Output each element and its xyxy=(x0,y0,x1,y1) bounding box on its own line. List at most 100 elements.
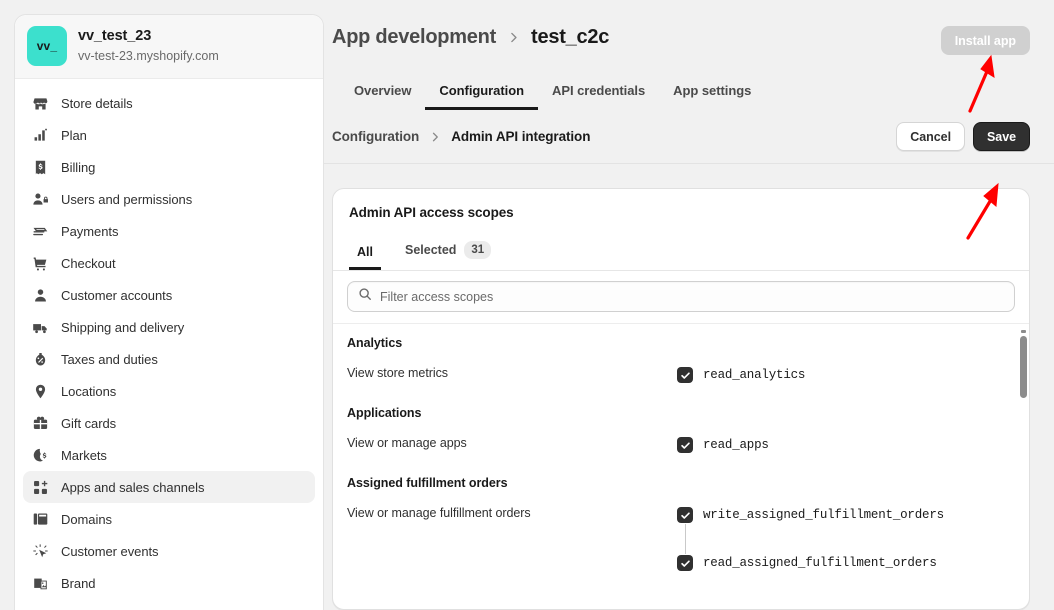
breadcrumb: App development test_c2c xyxy=(332,26,609,49)
main-content: App development test_c2c Install app Ove… xyxy=(324,0,1054,610)
sidebar-item-apps-and-sales-channels[interactable]: Apps and sales channels xyxy=(23,471,315,503)
sidebar-item-label: Brand xyxy=(61,575,96,591)
billing-icon xyxy=(31,158,49,176)
scope-description: View or manage fulfillment orders xyxy=(347,506,531,520)
sidebar-item-label: Shipping and delivery xyxy=(61,319,185,335)
sidebar-item-gift-cards[interactable]: Gift cards xyxy=(23,407,315,439)
scope-checkbox[interactable] xyxy=(677,555,693,571)
sidebar-item-brand[interactable]: Brand xyxy=(23,567,315,599)
sidebar-item-taxes-and-duties[interactable]: Taxes and duties xyxy=(23,343,315,375)
users-icon xyxy=(31,190,49,208)
filter-scopes-search[interactable] xyxy=(347,281,1015,312)
scope-tab-all[interactable]: All xyxy=(349,238,381,270)
sidebar-item-store-details[interactable]: Store details xyxy=(23,87,315,119)
sidebar-item-markets[interactable]: Markets xyxy=(23,439,315,471)
search-input[interactable] xyxy=(380,289,1004,304)
sidebar-item-plan[interactable]: Plan xyxy=(23,119,315,151)
scope-checkbox-list: write_assigned_fulfillment_orders read_as… xyxy=(677,504,1013,574)
scope-name: write_assigned_fulfillment_orders xyxy=(703,508,944,522)
sidebar-item-label: Users and permissions xyxy=(61,191,193,207)
scope-group: Applications View or manage apps read_apps xyxy=(347,406,1013,456)
scope-name: read_assigned_fulfillment_orders xyxy=(703,556,937,570)
payments-icon xyxy=(31,222,49,240)
breadcrumb-parent[interactable]: App development xyxy=(332,26,496,49)
settings-sidebar: vv_ vv_test_23 vv-test-23.myshopify.com … xyxy=(14,14,324,610)
scope-checkbox[interactable] xyxy=(677,507,693,523)
apps-grid-icon xyxy=(31,478,49,496)
domains-icon xyxy=(31,510,49,528)
subbar-breadcrumb-parent[interactable]: Configuration xyxy=(332,129,419,144)
store-header[interactable]: vv_ vv_test_23 vv-test-23.myshopify.com xyxy=(15,15,323,79)
sidebar-nav: Store details Plan Billing Users and permis… xyxy=(15,79,323,599)
scopes-scroll-area: Analytics View store metrics read_analytic… xyxy=(333,323,1029,609)
location-pin-icon xyxy=(31,382,49,400)
customer-icon xyxy=(31,286,49,304)
scope-group: Analytics View store metrics read_analytic… xyxy=(347,336,1013,386)
scope-checkbox[interactable] xyxy=(677,437,693,453)
subbar-breadcrumb: Configuration Admin API integration xyxy=(332,129,590,144)
install-app-button[interactable]: Install app xyxy=(940,26,1030,55)
sidebar-item-label: Billing xyxy=(61,159,96,175)
sidebar-item-label: Gift cards xyxy=(61,415,117,431)
sidebar-item-billing[interactable]: Billing xyxy=(23,151,315,183)
scope-name: read_analytics xyxy=(703,368,806,382)
scope-filter-tabs: All Selected 31 xyxy=(333,234,1029,271)
sidebar-item-customer-events[interactable]: Customer events xyxy=(23,535,315,567)
sidebar-item-payments[interactable]: Payments xyxy=(23,215,315,247)
tab-api-credentials[interactable]: API credentials xyxy=(538,77,659,110)
plan-icon xyxy=(31,126,49,144)
scope-item: read_apps xyxy=(677,434,1013,456)
scope-group-title: Analytics xyxy=(347,336,403,350)
markets-globe-icon xyxy=(31,446,49,464)
card-title: Admin API access scopes xyxy=(349,205,514,220)
scope-tab-label: All xyxy=(357,245,373,259)
page-header: App development test_c2c Install app Ove… xyxy=(324,0,1054,110)
sidebar-item-label: Apps and sales channels xyxy=(61,479,205,495)
scope-connector-line xyxy=(685,524,686,554)
sidebar-item-customer-accounts[interactable]: Customer accounts xyxy=(23,279,315,311)
sidebar-item-shipping-and-delivery[interactable]: Shipping and delivery xyxy=(23,311,315,343)
sidebar-item-label: Customer accounts xyxy=(61,287,173,303)
sidebar-item-domains[interactable]: Domains xyxy=(23,503,315,535)
app-tabs: Overview Configuration API credentials App … xyxy=(332,77,1030,110)
scope-groups: Analytics View store metrics read_analytic… xyxy=(333,324,1029,574)
sidebar-item-label: Locations xyxy=(61,383,117,399)
scope-tab-selected[interactable]: Selected 31 xyxy=(397,234,499,270)
tab-configuration[interactable]: Configuration xyxy=(425,77,538,110)
customer-events-icon xyxy=(31,542,49,560)
scrollbar-thumb[interactable] xyxy=(1020,336,1027,398)
scope-item: read_assigned_fulfillment_orders xyxy=(677,552,1013,574)
sidebar-item-checkout[interactable]: Checkout xyxy=(23,247,315,279)
store-icon xyxy=(31,94,49,112)
store-domain: vv-test-23.myshopify.com xyxy=(78,48,219,63)
scope-checkbox-list: read_analytics xyxy=(677,364,1013,386)
taxes-icon xyxy=(31,350,49,368)
scope-checkbox[interactable] xyxy=(677,367,693,383)
sidebar-item-label: Customer events xyxy=(61,543,159,559)
sidebar-item-label: Payments xyxy=(61,223,119,239)
scope-item: read_analytics xyxy=(677,364,1013,386)
cancel-button[interactable]: Cancel xyxy=(896,122,965,151)
sidebar-item-users-and-permissions[interactable]: Users and permissions xyxy=(23,183,315,215)
tab-app-settings[interactable]: App settings xyxy=(659,77,765,110)
sidebar-item-label: Plan xyxy=(61,127,87,143)
sidebar-item-locations[interactable]: Locations xyxy=(23,375,315,407)
scope-row: View store metrics read_analytics xyxy=(347,364,1013,386)
gift-card-icon xyxy=(31,414,49,432)
sidebar-item-label: Domains xyxy=(61,511,112,527)
store-avatar: vv_ xyxy=(27,26,67,66)
scope-checkbox-list: read_apps xyxy=(677,434,1013,456)
tab-overview[interactable]: Overview xyxy=(340,77,425,110)
scope-tab-label: Selected xyxy=(404,243,457,257)
scrollbar-vertical[interactable] xyxy=(1020,330,1027,609)
admin-api-access-scopes-card: Admin API access scopes All Selected 31 An… xyxy=(332,188,1030,610)
scope-group-title: Applications xyxy=(347,406,422,420)
card-container: Admin API access scopes All Selected 31 An… xyxy=(324,164,1054,610)
scope-name: read_apps xyxy=(703,438,769,452)
scope-description: View or manage apps xyxy=(347,436,467,450)
selected-count-badge: 31 xyxy=(464,241,492,259)
checkout-cart-icon xyxy=(31,254,49,272)
save-button[interactable]: Save xyxy=(973,122,1030,151)
sidebar-item-label: Checkout xyxy=(61,255,116,271)
chevron-right-icon xyxy=(507,31,520,44)
